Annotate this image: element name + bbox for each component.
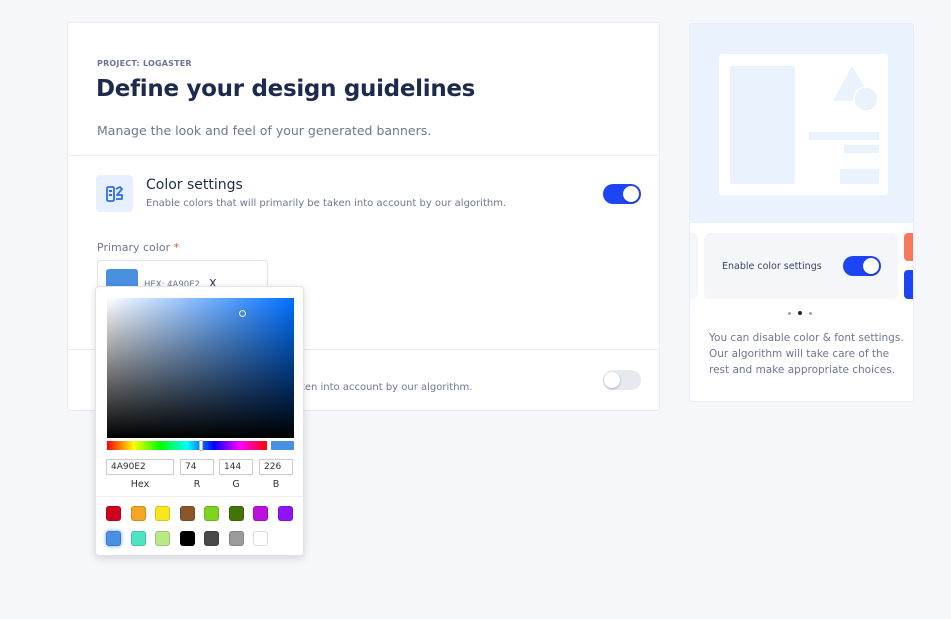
carousel-dots bbox=[788, 311, 812, 315]
text-line-illustration bbox=[809, 132, 879, 140]
carousel-dot-active[interactable] bbox=[798, 311, 802, 315]
color-settings-toggle[interactable] bbox=[603, 184, 641, 204]
preset-swatch[interactable] bbox=[106, 506, 121, 521]
toggle-knob bbox=[604, 372, 620, 388]
primary-color-label-text: Primary color bbox=[97, 241, 171, 254]
required-mark: * bbox=[173, 241, 180, 254]
slide-label: Enable color settings bbox=[722, 261, 822, 272]
preview-panel: Enable color settings You can disable co… bbox=[689, 23, 914, 402]
page-title: Define your design guidelines bbox=[96, 76, 476, 102]
previous-slide[interactable] bbox=[690, 233, 698, 299]
header-divider bbox=[68, 155, 659, 156]
g-label: G bbox=[232, 479, 240, 490]
font-settings-description: e taken into account by our algorithm. bbox=[280, 382, 473, 393]
project-label: PROJECT: LOGASTER bbox=[97, 59, 192, 68]
settings-carousel: Enable color settings bbox=[690, 233, 913, 299]
preset-swatch[interactable] bbox=[130, 506, 146, 521]
carousel-dot[interactable] bbox=[788, 311, 791, 315]
toggle-knob bbox=[863, 258, 879, 274]
preset-swatch[interactable] bbox=[253, 506, 268, 521]
banner-illustration bbox=[690, 24, 913, 223]
primary-color-label: Primary color * bbox=[97, 241, 179, 254]
carousel-dot[interactable] bbox=[809, 311, 812, 315]
preset-swatch[interactable] bbox=[204, 506, 219, 521]
preset-swatch[interactable] bbox=[204, 531, 219, 546]
next-slide-peek[interactable] bbox=[904, 270, 913, 299]
help-text: You can disable color & font settings. O… bbox=[709, 332, 904, 376]
b-input[interactable] bbox=[259, 459, 293, 475]
image-placeholder-illustration bbox=[730, 66, 795, 184]
shapes-icon bbox=[833, 66, 879, 112]
toggle-knob bbox=[623, 186, 639, 202]
hue-slider-handle[interactable] bbox=[199, 440, 203, 451]
color-picker-popover: Hex R G B bbox=[95, 286, 304, 556]
b-label: B bbox=[272, 479, 280, 490]
font-settings-toggle[interactable] bbox=[603, 370, 641, 390]
hex-input[interactable] bbox=[106, 459, 174, 475]
color-settings-description: Enable colors that will primarily be tak… bbox=[146, 198, 507, 209]
color-settings-title: Color settings bbox=[146, 177, 243, 193]
preset-swatch[interactable] bbox=[130, 531, 146, 546]
button-illustration bbox=[840, 169, 879, 184]
color-preview-swatch bbox=[271, 441, 294, 450]
preset-swatch[interactable] bbox=[228, 531, 244, 546]
r-input[interactable] bbox=[180, 459, 214, 475]
palette-swatch-icon bbox=[96, 175, 133, 212]
banner-frame-illustration bbox=[719, 54, 888, 195]
hue-slider[interactable] bbox=[107, 440, 267, 451]
preset-swatch[interactable] bbox=[228, 506, 244, 521]
picker-divider bbox=[96, 496, 303, 497]
hex-label: Hex bbox=[130, 479, 150, 490]
preset-swatch[interactable] bbox=[253, 531, 268, 546]
preset-swatch[interactable] bbox=[155, 531, 170, 546]
slide-color-toggle[interactable] bbox=[843, 256, 881, 276]
preset-swatch[interactable] bbox=[277, 506, 293, 521]
saturation-pointer[interactable] bbox=[239, 310, 246, 317]
r-label: R bbox=[193, 479, 201, 490]
preset-swatch[interactable] bbox=[179, 531, 195, 546]
carousel-slide-active: Enable color settings bbox=[704, 233, 898, 299]
text-line-illustration bbox=[844, 145, 879, 153]
saturation-area[interactable] bbox=[107, 298, 294, 438]
next-slide-peek[interactable] bbox=[904, 233, 913, 261]
preset-swatch[interactable] bbox=[179, 506, 195, 521]
preset-swatch[interactable] bbox=[155, 506, 170, 521]
page-subtitle: Manage the look and feel of your generat… bbox=[97, 123, 432, 138]
g-input[interactable] bbox=[219, 459, 253, 475]
preset-swatch[interactable] bbox=[106, 531, 121, 546]
